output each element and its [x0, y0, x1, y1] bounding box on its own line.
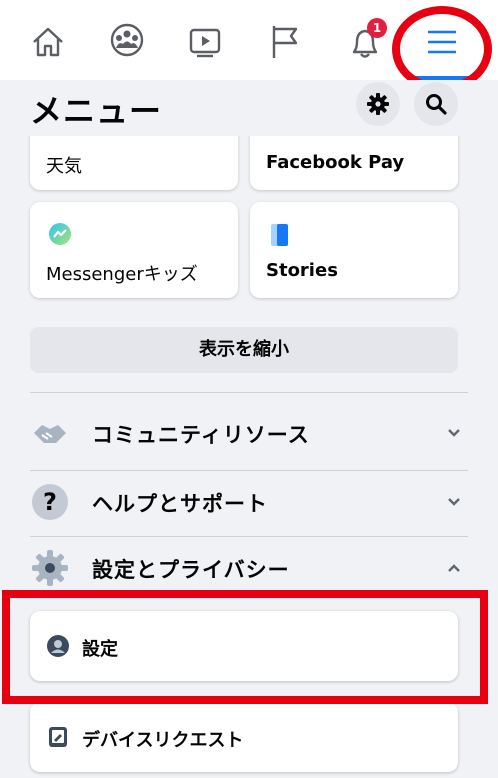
section-label-settings-privacy: 設定とプライバシー	[92, 558, 290, 582]
shortcut-label-weather: 天気	[46, 156, 82, 177]
messenger-kids-icon	[49, 223, 71, 245]
pages-tab[interactable]	[266, 22, 306, 66]
settings-item[interactable]: 設定	[30, 611, 458, 681]
chevron-up-icon	[448, 564, 460, 572]
shortcut-label-facebook-pay: Facebook Pay	[266, 152, 405, 173]
section-label-help: ヘルプとサポート	[92, 492, 268, 516]
top-navigation-bar: 1	[0, 0, 498, 80]
handshake-icon	[34, 425, 66, 443]
settings-button-overlay[interactable]	[356, 82, 400, 126]
hamburger-menu-icon	[428, 30, 456, 54]
question-icon: ?	[32, 484, 68, 520]
shortcut-card-stories[interactable]: Stories	[250, 202, 458, 298]
notification-badge: 1	[367, 18, 387, 38]
home-tab[interactable]	[28, 22, 68, 66]
section-community-resources[interactable]: コミュニティリソース	[30, 403, 468, 463]
divider	[30, 392, 468, 393]
device-requests-item[interactable]: デバイスリクエスト	[30, 702, 458, 772]
shortcut-label-messenger-kids: Messengerキッズ	[46, 264, 198, 285]
settings-item-label: 設定	[82, 639, 118, 660]
chevron-down-icon	[448, 498, 460, 506]
video-icon	[189, 28, 221, 58]
divider	[30, 536, 468, 537]
shortcut-label-stories: Stories	[266, 260, 338, 281]
search-icon	[426, 94, 447, 115]
menu-tab[interactable]	[422, 22, 462, 66]
menu-header-overlay: メニュー	[30, 82, 470, 132]
flag-icon	[272, 26, 298, 58]
chevron-down-icon	[448, 429, 460, 437]
watch-tab[interactable]	[186, 22, 226, 66]
stories-icon	[271, 224, 288, 246]
gear-icon	[32, 550, 68, 586]
home-icon	[33, 27, 63, 57]
notifications-tab[interactable]: 1	[345, 18, 387, 66]
groups-icon	[110, 23, 144, 57]
show-less-button[interactable]: 表示を縮小	[30, 327, 458, 373]
device-requests-label: デバイスリクエスト	[82, 730, 244, 751]
page-title-overlay: メニュー	[30, 92, 163, 130]
device-icon	[49, 727, 67, 747]
shortcut-card-messenger-kids[interactable]: Messengerキッズ	[30, 202, 238, 298]
groups-tab[interactable]	[107, 22, 147, 66]
section-help-support[interactable]: ? ヘルプとサポート	[30, 472, 468, 532]
account-icon	[47, 635, 69, 657]
section-label-community: コミュニティリソース	[92, 423, 310, 447]
gear-icon	[367, 93, 389, 115]
svg-text:?: ?	[43, 488, 57, 516]
divider	[30, 470, 468, 471]
section-settings-privacy[interactable]: 設定とプライバシー	[30, 538, 468, 598]
search-button-overlay[interactable]	[414, 82, 458, 126]
